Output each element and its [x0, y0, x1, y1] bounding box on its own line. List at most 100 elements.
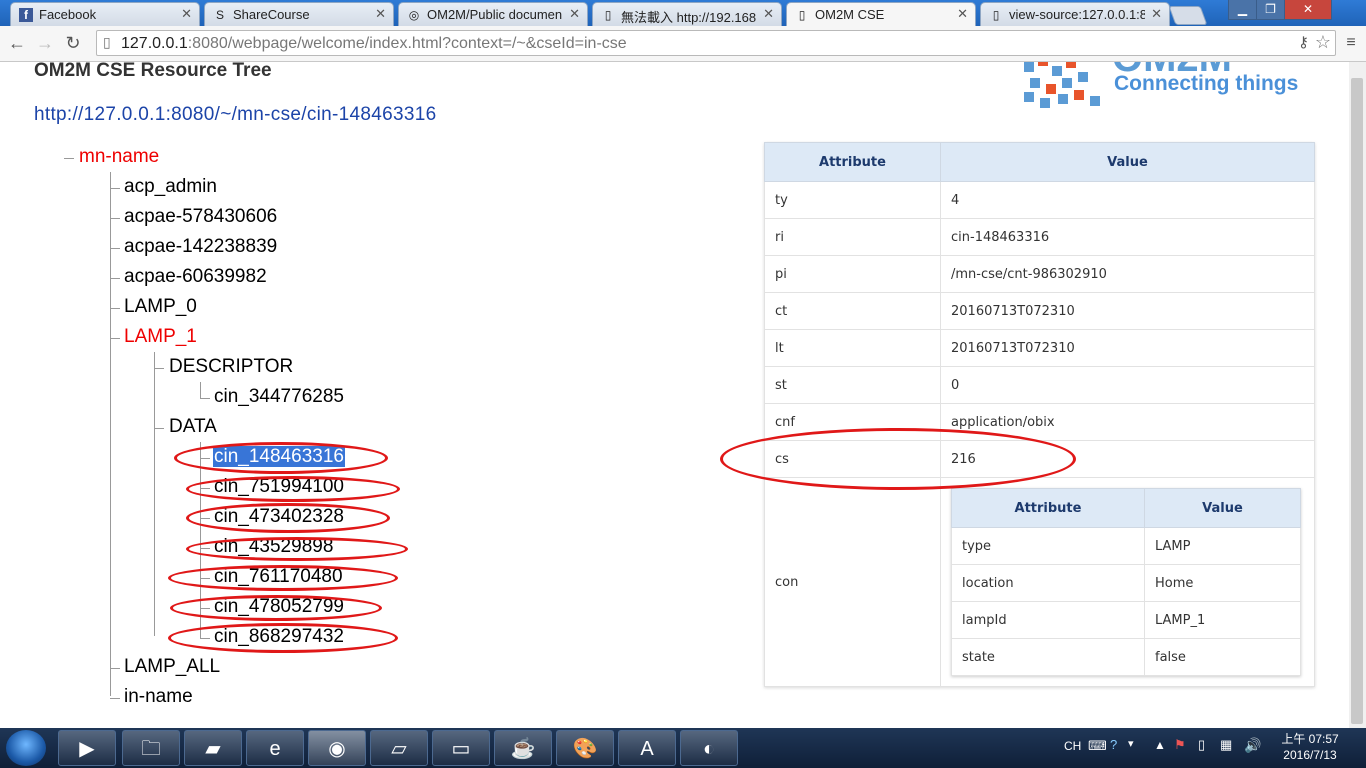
table-row: type LAMP: [951, 527, 1301, 565]
tree-connector: [110, 698, 120, 699]
tab-load-error[interactable]: ▯ 無法載入 http://192.168 ✕: [592, 2, 782, 26]
tree-connector: [64, 158, 74, 159]
restore-button[interactable]: ❐: [1256, 0, 1285, 20]
resource-url-link[interactable]: http://127.0.0.1:8080/~/mn-cse/cin-14846…: [34, 104, 436, 126]
chrome-icon[interactable]: ◉: [308, 730, 366, 766]
folder-icon[interactable]: ▰: [184, 730, 242, 766]
tree-connector: [110, 308, 120, 309]
table-row: ty 4: [764, 181, 1315, 219]
table-row: pi/mn-cse/cnt-986302910: [764, 255, 1315, 293]
tree-node-cin[interactable]: cin_344776285: [214, 386, 344, 408]
logo-square: [1074, 90, 1084, 100]
keyboard-icon[interactable]: ⌨: [1088, 738, 1107, 754]
tree-connector: [110, 278, 120, 279]
vertical-scrollbar[interactable]: [1349, 62, 1366, 728]
forward-arrow-icon[interactable]: →: [34, 32, 56, 54]
logo-square: [1058, 94, 1068, 104]
content-table: Attribute Value type LAMP location Home la…: [951, 488, 1301, 676]
table-row: ri cin-148463316: [764, 218, 1315, 256]
address-bar[interactable]: ▯ 127.0.0.1:8080/webpage/welcome/index.h…: [96, 30, 1336, 56]
logo-square: [1066, 62, 1076, 68]
java-icon[interactable]: ☕: [494, 730, 552, 766]
tree-node-in-name[interactable]: in-name: [124, 686, 193, 708]
attribute-key: con: [764, 477, 941, 687]
file-explorer-icon[interactable]: 🗀: [122, 730, 180, 766]
close-window-button[interactable]: ✕: [1284, 0, 1332, 20]
annotation-oval: [168, 565, 398, 591]
system-clock[interactable]: 上午 07:57 2016/7/13: [1270, 731, 1350, 763]
key-icon[interactable]: ⚷: [1298, 33, 1309, 51]
tree-connector: [110, 248, 120, 249]
close-icon[interactable]: ✕: [569, 6, 580, 22]
om2m-logo: OM2M Connecting things: [1020, 62, 1320, 112]
menu-arrow-icon[interactable]: ▾: [1128, 737, 1134, 750]
volume-icon[interactable]: 🔊: [1244, 737, 1261, 754]
back-arrow-icon[interactable]: ←: [6, 32, 28, 54]
tab-label: view-source:127.0.0.1:80: [1009, 7, 1145, 22]
tree-node-data[interactable]: DATA: [169, 416, 217, 438]
menu-icon[interactable]: ≡: [1340, 32, 1362, 54]
new-tab-button[interactable]: [1168, 6, 1208, 25]
table-row: state false: [951, 638, 1301, 676]
attribute-key: ct: [764, 292, 941, 330]
close-icon[interactable]: ✕: [957, 6, 968, 22]
internet-explorer-icon[interactable]: e: [246, 730, 304, 766]
tab-facebook[interactable]: f Facebook ✕: [10, 2, 200, 26]
tree-node-lamp-all[interactable]: LAMP_ALL: [124, 656, 220, 678]
close-icon[interactable]: ✕: [763, 6, 774, 22]
tab-sharecourse[interactable]: S ShareCourse ✕: [204, 2, 394, 26]
reload-icon[interactable]: ↻: [62, 32, 84, 54]
logo-square: [1040, 98, 1050, 108]
annotation-oval: [186, 476, 400, 502]
media-player-icon[interactable]: ▶: [58, 730, 116, 766]
table-row: location Home: [951, 564, 1301, 602]
network-icon[interactable]: ▦: [1220, 737, 1232, 753]
attribute-key: ty: [764, 181, 941, 219]
url-text[interactable]: 127.0.0.1:8080/webpage/welcome/index.htm…: [121, 35, 627, 53]
tree-connector: [110, 668, 120, 669]
column-header-value: Value: [1144, 488, 1301, 528]
globe-icon: ◎: [408, 8, 420, 22]
security-flag-icon[interactable]: ⚑: [1174, 737, 1186, 753]
input-language[interactable]: CH: [1064, 739, 1081, 753]
browser-toolbar: ← → ↻ ▯ 127.0.0.1:8080/webpage/welcome/i…: [0, 26, 1366, 62]
column-header-attribute: Attribute: [951, 488, 1145, 528]
annotation-oval: [174, 442, 388, 474]
notes-icon[interactable]: ▱: [370, 730, 428, 766]
attribute-key: pi: [764, 255, 941, 293]
tree-node-acp-admin[interactable]: acp_admin: [124, 176, 217, 198]
show-hidden-icons-icon[interactable]: ▲: [1154, 738, 1166, 752]
tree-node-lamp-0[interactable]: LAMP_0: [124, 296, 197, 318]
command-prompt-icon[interactable]: ▭: [432, 730, 490, 766]
device-icon[interactable]: ▯: [1198, 737, 1205, 753]
paint-icon[interactable]: 🎨: [556, 730, 614, 766]
attribute-value: cin-148463316: [940, 218, 1315, 256]
minimize-button[interactable]: ▁: [1228, 0, 1257, 20]
attribute-key: lt: [764, 329, 941, 367]
tree-node-acpae[interactable]: acpae-578430606: [124, 206, 277, 228]
tree-connector: [154, 352, 155, 636]
start-button[interactable]: [6, 730, 46, 766]
tab-om2m-cse[interactable]: ▯ OM2M CSE ✕: [786, 2, 976, 26]
tab-label: OM2M CSE: [815, 7, 885, 22]
close-icon[interactable]: ✕: [1151, 6, 1162, 22]
close-icon[interactable]: ✕: [181, 6, 192, 22]
wordpad-icon[interactable]: A: [618, 730, 676, 766]
tree-node-descriptor[interactable]: DESCRIPTOR: [169, 356, 293, 378]
attribute-key: ri: [764, 218, 941, 256]
tree-node-acpae[interactable]: acpae-60639982: [124, 266, 267, 288]
help-icon[interactable]: ?: [1110, 737, 1117, 752]
scrollbar-thumb[interactable]: [1351, 78, 1363, 724]
bookmark-star-icon[interactable]: ☆: [1315, 32, 1331, 53]
tab-om2m-docs[interactable]: ◎ OM2M/Public documen ✕: [398, 2, 588, 26]
tree-node-mn-name[interactable]: mn-name: [79, 146, 159, 168]
attribute-value: 0: [940, 366, 1315, 404]
page-icon: ▯: [604, 8, 612, 22]
tab-view-source[interactable]: ▯ view-source:127.0.0.1:80 ✕: [980, 2, 1170, 26]
table-row-con: con Attribute Value type LAMP location Hom…: [764, 477, 1315, 687]
tree-node-acpae[interactable]: acpae-142238839: [124, 236, 277, 258]
tree-node-lamp-1[interactable]: LAMP_1: [124, 326, 197, 348]
eclipse-icon[interactable]: ◐: [680, 730, 738, 766]
close-icon[interactable]: ✕: [375, 6, 386, 22]
page-info-icon[interactable]: ▯: [103, 34, 111, 51]
